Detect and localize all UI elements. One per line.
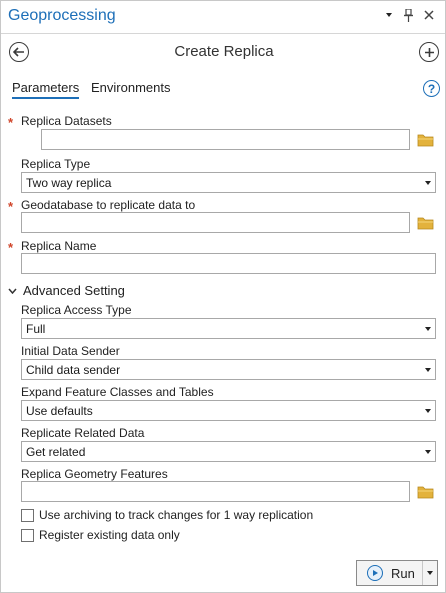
register-existing-label: Register existing data only	[39, 528, 180, 542]
access-type-value: Full	[26, 322, 46, 336]
replica-type-value: Two way replica	[26, 176, 112, 190]
replica-type-label: Replica Type	[21, 157, 91, 171]
advanced-setting-label: Advanced Setting	[23, 283, 125, 298]
access-type-label: Replica Access Type	[21, 303, 132, 317]
data-sender-label: Initial Data Sender	[21, 344, 120, 358]
geoprocessing-pane: Geoprocessing Create Replica Parameters …	[0, 0, 446, 593]
chevron-down-icon	[425, 327, 431, 331]
add-button[interactable]	[419, 42, 439, 62]
geometry-features-label: Replica Geometry Features	[21, 467, 168, 481]
chevron-down-icon	[425, 181, 431, 185]
related-data-select[interactable]: Get related	[21, 441, 436, 462]
chevron-down-icon	[8, 288, 17, 294]
data-sender-value: Child data sender	[26, 363, 121, 377]
expand-feature-value: Use defaults	[26, 404, 93, 418]
data-sender-select[interactable]: Child data sender	[21, 359, 436, 380]
replica-type-select[interactable]: Two way replica	[21, 172, 436, 193]
run-label: Run	[391, 565, 415, 581]
expand-feature-label: Expand Feature Classes and Tables	[21, 385, 214, 399]
access-type-select[interactable]: Full	[21, 318, 436, 339]
register-existing-checkbox-row[interactable]: Register existing data only	[21, 528, 180, 542]
pane-titlebar: Geoprocessing	[1, 1, 445, 34]
folder-icon[interactable]	[417, 216, 434, 230]
chevron-down-icon	[427, 571, 434, 575]
tab-parameters[interactable]: Parameters	[12, 80, 80, 99]
required-marker: *	[8, 199, 14, 214]
use-archiving-checkbox-row[interactable]: Use archiving to track changes for 1 way…	[21, 508, 313, 522]
replica-name-input[interactable]	[21, 253, 436, 274]
folder-icon[interactable]	[417, 485, 434, 499]
related-data-value: Get related	[26, 445, 86, 459]
run-button[interactable]: Run	[357, 561, 422, 585]
related-data-label: Replicate Related Data	[21, 426, 145, 440]
folder-icon[interactable]	[417, 133, 434, 147]
required-marker: *	[8, 240, 14, 255]
replica-name-label: Replica Name	[21, 239, 97, 253]
geodatabase-label: Geodatabase to replicate data to	[21, 198, 196, 212]
advanced-setting-toggle[interactable]: Advanced Setting	[8, 283, 125, 298]
expand-feature-select[interactable]: Use defaults	[21, 400, 436, 421]
run-options-dropdown[interactable]	[422, 561, 437, 585]
geometry-features-input[interactable]	[21, 481, 410, 502]
chevron-down-icon	[425, 368, 431, 372]
tool-title: Create Replica	[174, 43, 274, 60]
close-icon[interactable]	[422, 8, 436, 22]
add-icon	[424, 47, 434, 57]
chevron-down-icon	[425, 450, 431, 454]
use-archiving-label: Use archiving to track changes for 1 way…	[39, 508, 314, 522]
pane-title: Geoprocessing	[8, 7, 116, 24]
pin-icon[interactable]	[401, 8, 415, 22]
geodatabase-input[interactable]	[21, 212, 410, 233]
dropdown-caret-icon[interactable]	[382, 8, 396, 22]
run-button-group: Run	[356, 560, 438, 586]
use-archiving-checkbox[interactable]	[21, 508, 34, 522]
help-icon[interactable]: ?	[423, 80, 440, 97]
replica-datasets-input[interactable]	[41, 129, 410, 150]
chevron-down-icon	[425, 409, 431, 413]
tab-environments[interactable]: Environments	[91, 80, 170, 95]
required-marker: *	[8, 115, 14, 130]
replica-datasets-label: Replica Datasets	[21, 114, 112, 128]
play-icon	[367, 565, 383, 581]
register-existing-checkbox[interactable]	[21, 528, 34, 542]
